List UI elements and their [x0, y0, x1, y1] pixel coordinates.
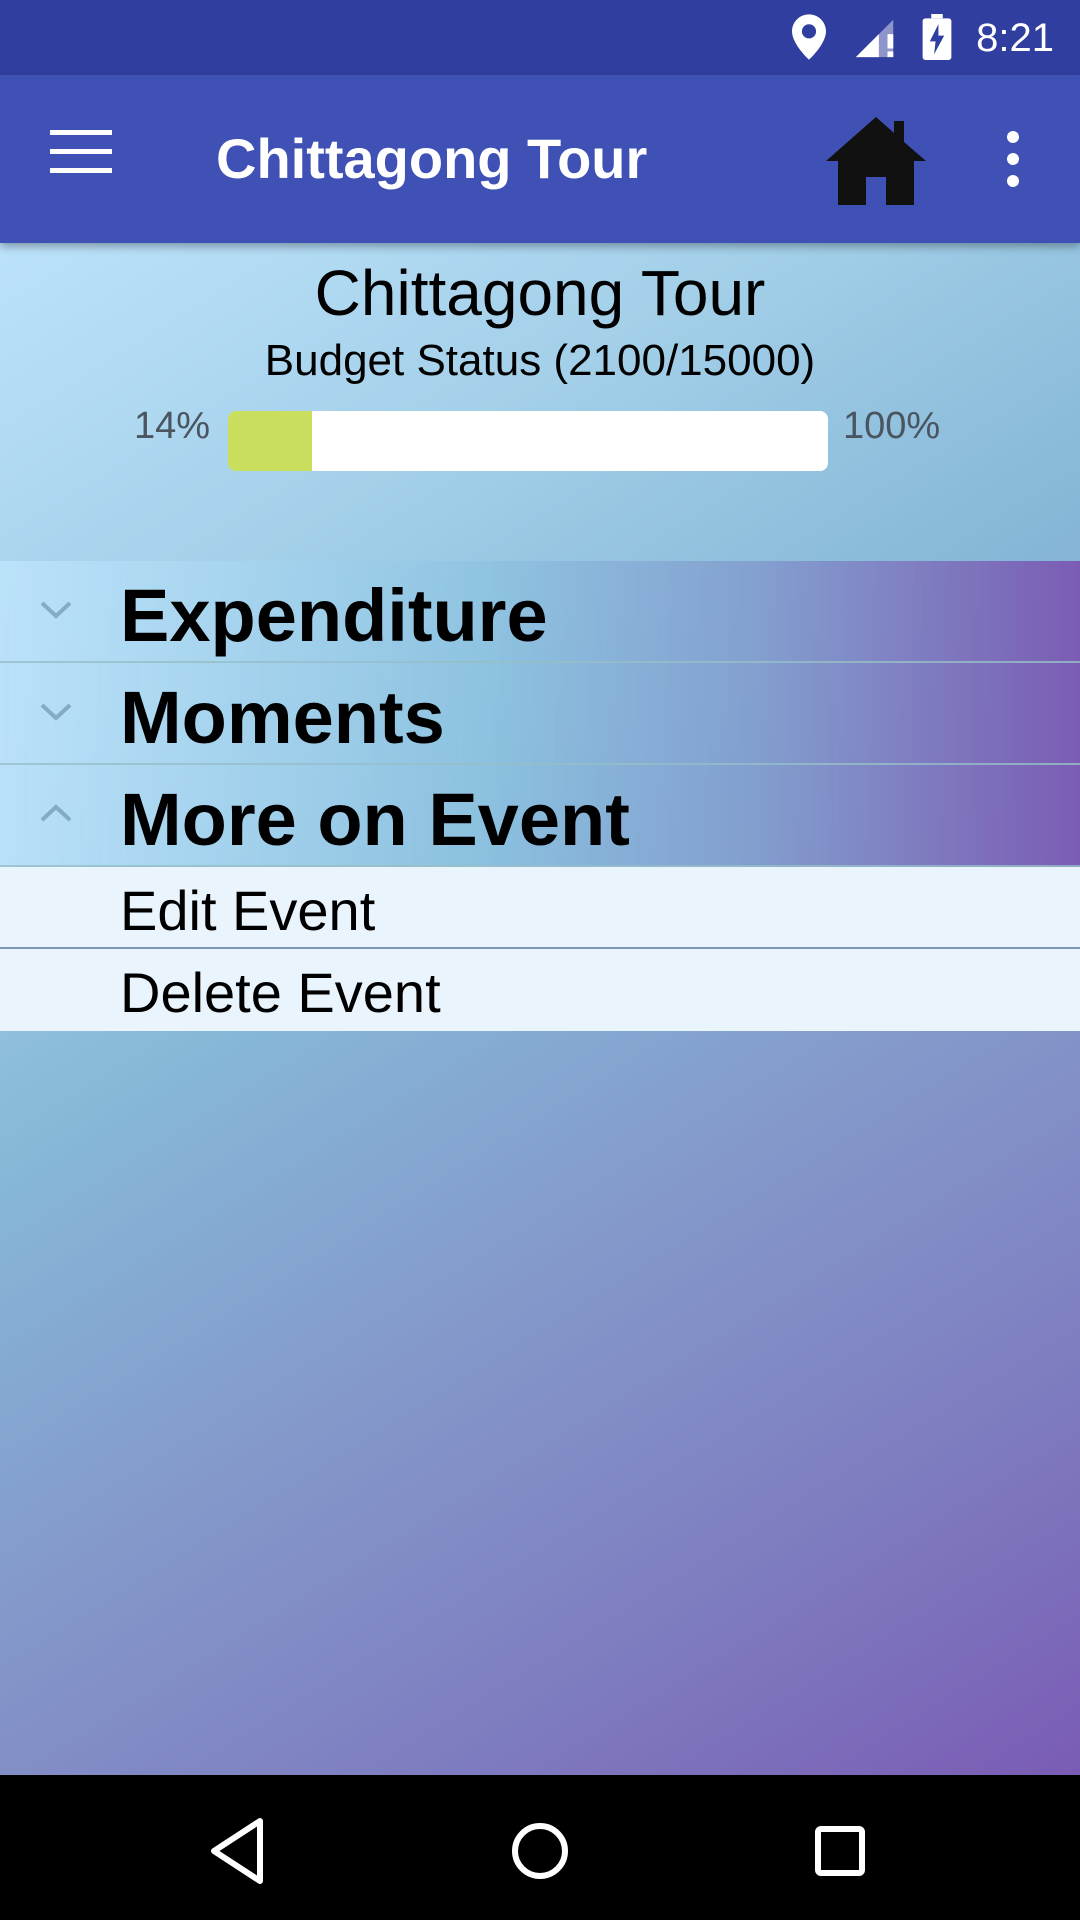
- group-label: Expenditure: [120, 574, 548, 657]
- status-time: 8:21: [976, 16, 1054, 60]
- group-label: More on Event: [120, 778, 630, 861]
- edit-event-item[interactable]: Edit Event: [0, 867, 1080, 949]
- back-icon[interactable]: [200, 1811, 280, 1891]
- chevron-down-icon: [40, 601, 72, 619]
- recents-icon[interactable]: [800, 1811, 880, 1891]
- navigation-bar: [0, 1775, 1080, 1920]
- menu-icon[interactable]: [50, 130, 112, 180]
- budget-progress-bar: [228, 411, 828, 471]
- home-circle-icon[interactable]: [500, 1811, 580, 1891]
- group-more-on-event[interactable]: More on Event: [0, 765, 1080, 867]
- delete-event-item[interactable]: Delete Event: [0, 949, 1080, 1031]
- expandable-list: Expenditure Moments More on Event Edit E…: [0, 561, 1080, 1031]
- content-area: Chittagong Tour Budget Status (2100/1500…: [0, 243, 1080, 1775]
- progress-min-label: 14%: [134, 405, 211, 447]
- progress-max-label: 100%: [843, 405, 941, 447]
- event-title: Chittagong Tour: [314, 257, 766, 329]
- chevron-up-icon: [40, 804, 72, 822]
- status-bar: 8:21: [0, 0, 1080, 75]
- group-expenditure[interactable]: Expenditure: [0, 561, 1080, 663]
- home-icon[interactable]: [824, 115, 928, 207]
- budget-progress-fill: [228, 411, 312, 471]
- chevron-down-icon: [40, 703, 72, 721]
- location-icon: [792, 14, 826, 60]
- signal-icon: [855, 19, 894, 58]
- budget-status: Budget Status (2100/15000): [264, 336, 816, 385]
- app-bar-title: Chittagong Tour: [216, 127, 648, 190]
- group-label: Moments: [120, 676, 445, 759]
- battery-charging-icon: [922, 14, 952, 60]
- overflow-menu-icon[interactable]: [996, 131, 1030, 187]
- group-moments[interactable]: Moments: [0, 663, 1080, 765]
- app-bar: Chittagong Tour: [0, 75, 1080, 243]
- child-label: Edit Event: [120, 879, 376, 942]
- child-label: Delete Event: [120, 961, 441, 1024]
